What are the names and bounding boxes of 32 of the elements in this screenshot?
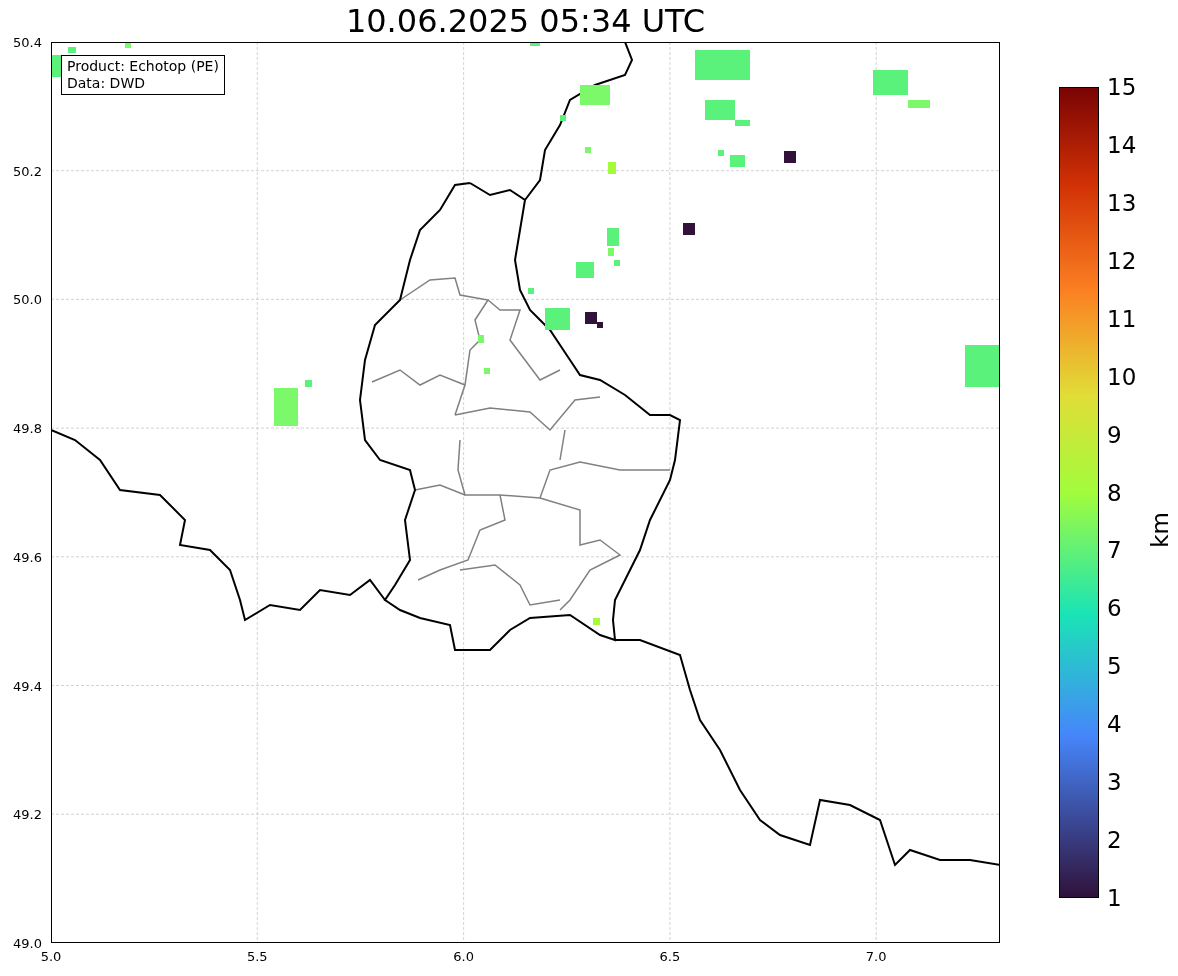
axis-tick-label: 49.2 bbox=[13, 806, 42, 822]
axis-tick-label: 49.6 bbox=[13, 549, 42, 565]
colorbar-tick-label: 13 bbox=[1107, 189, 1137, 216]
colorbar-tick-label: 8 bbox=[1107, 479, 1122, 506]
axis-tick-label: 6.5 bbox=[659, 949, 681, 964]
colorbar-tick-label: 9 bbox=[1107, 421, 1122, 448]
colorbar-tick-label: 6 bbox=[1107, 595, 1122, 622]
colorbar-tick-label: 12 bbox=[1107, 247, 1137, 274]
axis-tick-label: 49.0 bbox=[13, 935, 42, 951]
info-text: Product: Echotop (PE) bbox=[67, 58, 219, 75]
axis-tick-label: 50.0 bbox=[13, 291, 42, 307]
colorbar-tick-label: 10 bbox=[1107, 363, 1137, 390]
info-text: Data: DWD bbox=[67, 75, 146, 92]
colorbar-label: km bbox=[1147, 512, 1173, 548]
axis-tick-label: 7.0 bbox=[865, 949, 887, 964]
colorbar-tick-label: 3 bbox=[1107, 769, 1122, 796]
colorbar-tick-label: 1 bbox=[1107, 885, 1122, 911]
chart-title: 10.06.2025 05:34 UTC bbox=[345, 1, 706, 41]
colorbar-tick-label: 5 bbox=[1107, 653, 1122, 680]
axis-tick-label: 5.0 bbox=[40, 949, 62, 964]
axis-tick-label: 5.5 bbox=[246, 949, 268, 964]
colorbar-tick-label: 2 bbox=[1107, 827, 1122, 854]
axis-tick-label: 49.8 bbox=[13, 420, 42, 436]
axis-tick-label: 6.0 bbox=[453, 949, 474, 964]
axis-tick-label: 49.4 bbox=[13, 678, 42, 693]
axis-tick-label: 50.4 bbox=[13, 34, 42, 50]
colorbar-tick-label: 4 bbox=[1107, 711, 1122, 738]
colorbar-tick-label: 14 bbox=[1107, 131, 1137, 158]
axis-tick-label: 50.2 bbox=[13, 163, 42, 179]
colorbar-tick-label: 11 bbox=[1107, 305, 1137, 332]
colorbar-tick-label: 15 bbox=[1107, 74, 1137, 100]
colorbar-tick-label: 7 bbox=[1107, 537, 1122, 564]
